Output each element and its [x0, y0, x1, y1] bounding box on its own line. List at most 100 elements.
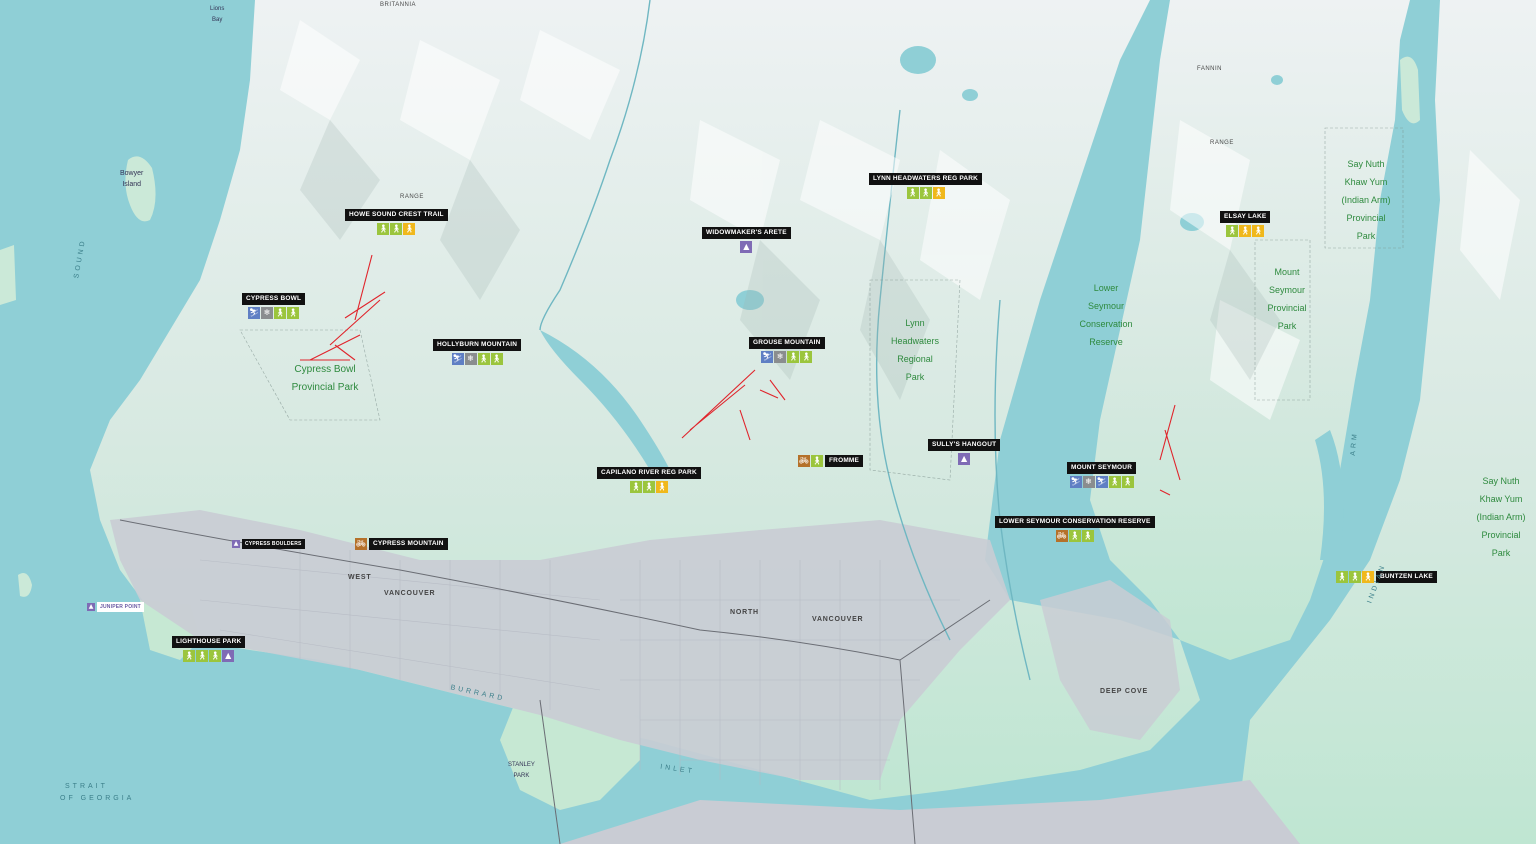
poi-label: CAPILANO RIVER REG PARK — [597, 467, 701, 479]
snowshoe-icon: ❄︎ — [774, 351, 787, 363]
poi-label: JUNIPER POINT — [97, 602, 144, 612]
poi-buntzen-lake[interactable]: 🚶︎ 🚶︎ 🚶︎ BUNTZEN LAKE — [1336, 571, 1437, 583]
activity-icons: ▲ — [87, 603, 95, 611]
poi-hollyburn-mountain[interactable]: HOLLYBURN MOUNTAIN ⛷︎ ❄︎ 🚶︎ 🚶︎ — [433, 339, 522, 365]
activity-icons: 🚲︎ — [355, 538, 367, 550]
hiking-icon: 🚶︎ — [1121, 476, 1134, 488]
activity-icons: 🚲︎ 🚶︎ 🚶︎ — [1055, 530, 1094, 542]
mountain-bike-icon: 🚲︎ — [798, 455, 810, 467]
climbing-icon: ▲ — [87, 603, 95, 611]
ski-icon: ⛷︎ — [451, 353, 464, 365]
climbing-icon: ▲ — [232, 540, 240, 548]
poi-label: LIGHTHOUSE PARK — [172, 636, 246, 648]
hiking-icon: 🚶︎ — [390, 223, 403, 235]
park-name-lynn-headwaters: Lynn Headwaters Regional Park — [890, 318, 940, 382]
water-strait: STRAIT — [65, 783, 108, 790]
walking-icon: 🚶︎ — [932, 187, 945, 199]
poi-cypress-boulders[interactable]: ▲ CYPRESS BOULDERS — [232, 539, 305, 549]
walking-icon: 🚶︎ — [1362, 571, 1374, 583]
hiking-icon: 🚶︎ — [642, 481, 655, 493]
activity-icons: ⛷︎ ❄︎ 🚶︎ 🚶︎ — [451, 353, 503, 365]
hiking-icon: 🚶︎ — [1081, 530, 1094, 542]
ski-icon: ⛷︎ — [248, 307, 261, 319]
activity-icons: ⛷︎ ❄︎ 🚶︎ 🚶︎ — [248, 307, 300, 319]
poi-elsay-lake[interactable]: ELSAY LAKE 🚶︎ 🚶︎ 🚶︎ — [1220, 211, 1271, 237]
hiking-icon: 🚶︎ — [629, 481, 642, 493]
poi-grouse-mountain[interactable]: GROUSE MOUNTAIN ⛷︎ ❄︎ 🚶︎ 🚶︎ — [749, 337, 825, 363]
park-name-lower-seymour: Lower Seymour Conservation Reserve — [1079, 283, 1133, 347]
activity-icons: ▲ — [232, 540, 240, 548]
place-west: WEST — [348, 574, 372, 581]
poi-label: LYNN HEADWATERS REG PARK — [869, 173, 983, 185]
park-name-indian-arm-south: Say Nuth Khaw Yum (Indian Arm) Provincia… — [1476, 476, 1526, 558]
activity-icons: 🚶︎ 🚶︎ 🚶︎ — [1226, 225, 1265, 237]
hiking-icon: 🚶︎ — [209, 650, 222, 662]
poi-cypress-mountain[interactable]: 🚲︎ CYPRESS MOUNTAIN — [355, 538, 448, 550]
hiking-icon: 🚶︎ — [274, 307, 287, 319]
hiking-icon: 🚶︎ — [800, 351, 813, 363]
poi-howe-sound-crest-trail[interactable]: HOWE SOUND CREST TRAIL 🚶︎ 🚶︎ 🚶︎ — [345, 209, 448, 235]
hiking-icon: 🚶︎ — [919, 187, 932, 199]
activity-icons: 🚶︎ 🚶︎ 🚶︎ — [1336, 571, 1374, 583]
hiking-icon: 🚶︎ — [1108, 476, 1121, 488]
poi-juniper-point[interactable]: ▲ JUNIPER POINT — [87, 602, 144, 612]
walking-icon: 🚶︎ — [655, 481, 668, 493]
poi-label: LOWER SEYMOUR CONSERVATION RESERVE — [995, 516, 1155, 528]
hiking-icon: 🚶︎ — [906, 187, 919, 199]
poi-label: WIDOWMAKER'S ARETE — [702, 227, 791, 239]
hiking-icon: 🚶︎ — [196, 650, 209, 662]
climbing-icon: ▲ — [740, 241, 753, 253]
water-of-georgia: OF GEORGIA — [60, 795, 135, 802]
activity-icons: ⛷︎ ❄︎ ⛷︎ 🚶︎ 🚶︎ — [1069, 476, 1134, 488]
mountain-bike-icon: 🚲︎ — [355, 538, 367, 550]
place-range-2: RANGE — [1210, 140, 1234, 146]
climbing-icon: ▲ — [222, 650, 235, 662]
terrain-basemap — [0, 0, 1536, 844]
hiking-icon: 🚶︎ — [377, 223, 390, 235]
mountain-bike-icon: 🚲︎ — [1055, 530, 1068, 542]
poi-capilano-river-reg-park[interactable]: CAPILANO RIVER REG PARK 🚶︎ 🚶︎ 🚶︎ — [597, 467, 701, 493]
snowshoe-icon: ❄︎ — [464, 353, 477, 365]
place-north-vancouver: VANCOUVER — [812, 616, 864, 623]
poi-label: FROMME — [825, 455, 864, 467]
ski-icon: ⛷︎ — [761, 351, 774, 363]
park-name-cypress-bowl: Cypress Bowl Provincial Park — [291, 364, 359, 393]
place-west-vancouver: VANCOUVER — [384, 590, 436, 597]
poi-fromme[interactable]: 🚲︎ 🚶︎ FROMME — [798, 455, 864, 467]
poi-label: SULLY'S HANGOUT — [928, 439, 1001, 451]
activity-icons: 🚶︎ 🚶︎ 🚶︎ — [906, 187, 945, 199]
poi-label: MOUNT SEYMOUR — [1067, 462, 1137, 474]
poi-lynn-headwaters-reg-park[interactable]: LYNN HEADWATERS REG PARK 🚶︎ 🚶︎ 🚶︎ — [869, 173, 983, 199]
park-name-mount-seymour: Mount Seymour Provincial Park — [1267, 267, 1307, 331]
activity-icons: 🚶︎ 🚶︎ 🚶︎ ▲ — [183, 650, 235, 662]
hiking-icon: 🚶︎ — [1068, 530, 1081, 542]
hiking-icon: 🚶︎ — [787, 351, 800, 363]
walking-icon: 🚶︎ — [403, 223, 416, 235]
poi-label: ELSAY LAKE — [1220, 211, 1271, 223]
hiking-icon: 🚶︎ — [1226, 225, 1239, 237]
place-britannia: BRITANNIA — [380, 2, 417, 8]
poi-cypress-bowl[interactable]: CYPRESS BOWL ⛷︎ ❄︎ 🚶︎ 🚶︎ — [242, 293, 306, 319]
activity-icons: ▲ — [740, 241, 753, 253]
hiking-icon: 🚶︎ — [1349, 571, 1361, 583]
trail-map[interactable]: HOWE SOUND CREST TRAIL 🚶︎ 🚶︎ 🚶︎ CYPRESS … — [0, 0, 1536, 844]
poi-label: GROUSE MOUNTAIN — [749, 337, 825, 349]
park-name-indian-arm-north: Say Nuth Khaw Yum (Indian Arm) Provincia… — [1341, 159, 1391, 241]
poi-sullys-hangout[interactable]: SULLY'S HANGOUT ▲ — [928, 439, 1001, 465]
poi-label: BUNTZEN LAKE — [1376, 571, 1437, 583]
ski-icon: ⛷︎ — [1095, 476, 1108, 488]
poi-widowmakers-arete[interactable]: WIDOWMAKER'S ARETE ▲ — [702, 227, 791, 253]
hiking-icon: 🚶︎ — [477, 353, 490, 365]
hiking-icon: 🚶︎ — [490, 353, 503, 365]
poi-label: CYPRESS MOUNTAIN — [369, 538, 448, 550]
activity-icons: 🚶︎ 🚶︎ 🚶︎ — [629, 481, 668, 493]
activity-icons: 🚶︎ 🚶︎ 🚶︎ — [377, 223, 416, 235]
place-bowyer-island: Bowyer Island — [120, 170, 144, 188]
poi-mount-seymour[interactable]: MOUNT SEYMOUR ⛷︎ ❄︎ ⛷︎ 🚶︎ 🚶︎ — [1067, 462, 1137, 488]
poi-lighthouse-park[interactable]: LIGHTHOUSE PARK 🚶︎ 🚶︎ 🚶︎ ▲ — [172, 636, 246, 662]
poi-lower-seymour-conservation-reserve[interactable]: LOWER SEYMOUR CONSERVATION RESERVE 🚲︎ 🚶︎… — [995, 516, 1155, 542]
place-lions-bay: Lions Bay — [210, 6, 225, 23]
place-deep-cove: DEEP COVE — [1100, 688, 1148, 695]
place-north: NORTH — [730, 609, 759, 616]
walking-icon: 🚶︎ — [1252, 225, 1265, 237]
